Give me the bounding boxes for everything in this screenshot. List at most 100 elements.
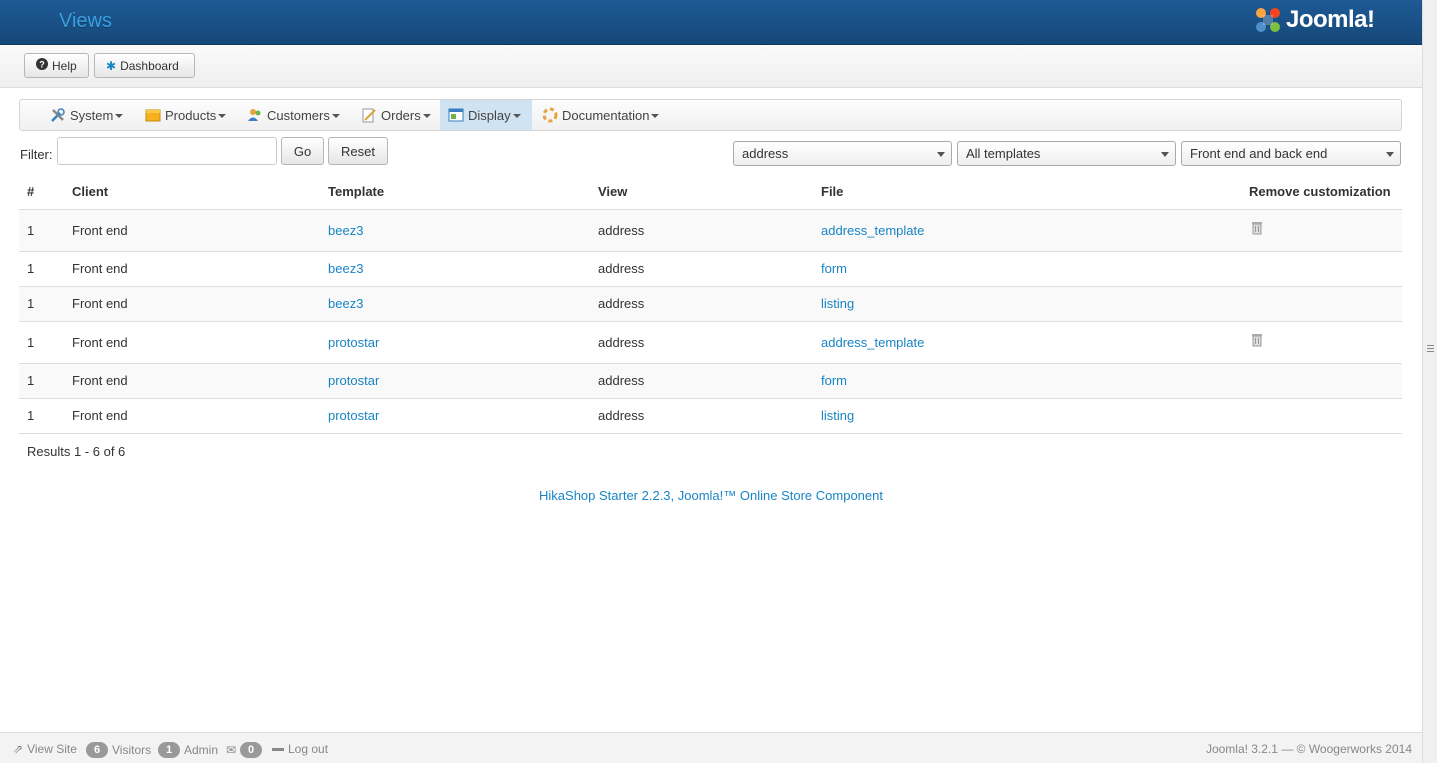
external-link-icon: ⇗ [13, 742, 24, 756]
chevron-down-icon [422, 114, 431, 118]
column-header-remove: Remove customization [1241, 175, 1402, 210]
row-view: address [590, 362, 813, 398]
page-title: Views [59, 10, 112, 32]
svg-text:?: ? [39, 60, 45, 70]
row-view: address [590, 397, 813, 434]
column-header-template[interactable]: Template [320, 175, 590, 210]
row-remove-empty [1241, 397, 1402, 434]
filter-input[interactable] [57, 137, 277, 165]
menu-display[interactable]: Display [440, 100, 532, 130]
view-select[interactable]: address [733, 141, 952, 166]
column-header-view[interactable]: View [590, 175, 813, 210]
table-row: 1 Front end beez3 address form [19, 250, 1402, 286]
main-menu-bar: System Products Customers Orders Display… [19, 99, 1402, 131]
page: Views Joomla! ? Help ✱ Dashboard System … [0, 0, 1422, 763]
chevron-down-icon [512, 114, 521, 118]
row-file-link[interactable]: form [821, 261, 847, 276]
view-site-link[interactable]: ⇗ View Site [13, 742, 77, 756]
chevron-down-icon [1386, 152, 1394, 157]
admin-status: 1 Admin [158, 742, 218, 758]
row-client: Front end [64, 250, 320, 286]
row-view: address [590, 320, 813, 363]
admin-badge: 1 [158, 742, 180, 758]
row-file-link[interactable]: address_template [821, 223, 924, 238]
views-table: # Client Template View File Remove custo… [19, 175, 1402, 434]
help-button[interactable]: ? Help [24, 53, 89, 78]
menu-documentation[interactable]: Documentation [534, 100, 667, 130]
trash-icon[interactable] [1252, 333, 1262, 347]
joomla-logo-icon [1256, 8, 1280, 32]
menu-customers-label: Customers [267, 107, 330, 123]
row-number: 1 [19, 362, 64, 398]
client-select[interactable]: Front end and back end [1181, 141, 1401, 166]
envelope-icon: ✉ [226, 743, 237, 757]
messages-status[interactable]: ✉ 0 [226, 742, 266, 758]
dashboard-button-label: Dashboard [120, 58, 179, 73]
column-header-file[interactable]: File [813, 175, 1241, 210]
menu-system[interactable]: System [42, 100, 131, 130]
vertical-scrollbar[interactable] [1422, 0, 1437, 763]
menu-products[interactable]: Products [137, 100, 234, 130]
menu-display-label: Display [468, 107, 511, 123]
row-file-link[interactable]: listing [821, 296, 854, 311]
hikashop-link[interactable]: HikaShop Starter 2.2.3, Joomla!™ Online … [539, 488, 883, 503]
chevron-down-icon [115, 114, 124, 118]
menu-orders[interactable]: Orders [353, 100, 439, 130]
row-remove-empty [1241, 362, 1402, 398]
help-button-label: Help [52, 58, 77, 73]
visitors-badge: 6 [86, 742, 108, 758]
view-site-label: View Site [27, 742, 77, 756]
row-view: address [590, 208, 813, 251]
row-template-link[interactable]: beez3 [328, 296, 363, 311]
copyright-text: Joomla! 3.2.1 — © Woogerworks 2014 [1205, 742, 1412, 756]
template-select[interactable]: All templates [957, 141, 1176, 166]
logout-link[interactable]: Log out [272, 742, 328, 756]
row-view: address [590, 285, 813, 321]
column-header-client[interactable]: Client [64, 175, 320, 210]
row-number: 1 [19, 208, 64, 251]
row-number: 1 [19, 250, 64, 286]
users-icon [248, 109, 261, 121]
row-client: Front end [64, 285, 320, 321]
row-remove-empty [1241, 285, 1402, 321]
row-client: Front end [64, 320, 320, 363]
reset-button[interactable]: Reset [328, 137, 388, 165]
view-select-value: address [742, 146, 789, 161]
scroll-grip-icon [1427, 345, 1434, 352]
table-header-row: # Client Template View File Remove custo… [19, 175, 1402, 210]
go-button[interactable]: Go [281, 137, 324, 165]
table-row: 1 Front end protostar address address_te… [19, 320, 1402, 363]
menu-customers[interactable]: Customers [239, 100, 348, 130]
filter-label: Filter: [20, 147, 53, 162]
trash-icon[interactable] [1252, 221, 1262, 235]
row-template-link[interactable]: protostar [328, 335, 379, 350]
row-template-link[interactable]: protostar [328, 373, 379, 388]
row-file-link[interactable]: form [821, 373, 847, 388]
row-template-link[interactable]: protostar [328, 408, 379, 423]
column-header-number[interactable]: # [19, 175, 64, 210]
chevron-down-icon [331, 114, 340, 118]
row-template-link[interactable]: beez3 [328, 261, 363, 276]
row-file-link[interactable]: address_template [821, 335, 924, 350]
chevron-down-icon [218, 114, 227, 118]
table-row: 1 Front end protostar address form [19, 362, 1402, 398]
row-file-link[interactable]: listing [821, 408, 854, 423]
joomla-logo[interactable]: Joomla! [1253, 4, 1375, 36]
joomla-logo-text: Joomla! [1286, 6, 1375, 33]
results-count: Results 1 - 6 of 6 [27, 444, 126, 459]
row-number: 1 [19, 285, 64, 321]
row-number: 1 [19, 320, 64, 363]
menu-system-label: System [70, 107, 114, 123]
chevron-down-icon [1161, 152, 1169, 157]
row-remove-empty [1241, 250, 1402, 286]
row-number: 1 [19, 397, 64, 434]
minus-icon [272, 747, 284, 751]
dashboard-button[interactable]: ✱ Dashboard [94, 53, 195, 78]
pencil-document-icon [362, 108, 376, 123]
header-bar: Views Joomla! [0, 0, 1422, 45]
table-row: 1 Front end beez3 address address_templa… [19, 208, 1402, 251]
row-client: Front end [64, 362, 320, 398]
menu-products-label: Products [165, 107, 217, 123]
menu-orders-label: Orders [381, 107, 421, 123]
row-template-link[interactable]: beez3 [328, 223, 363, 238]
